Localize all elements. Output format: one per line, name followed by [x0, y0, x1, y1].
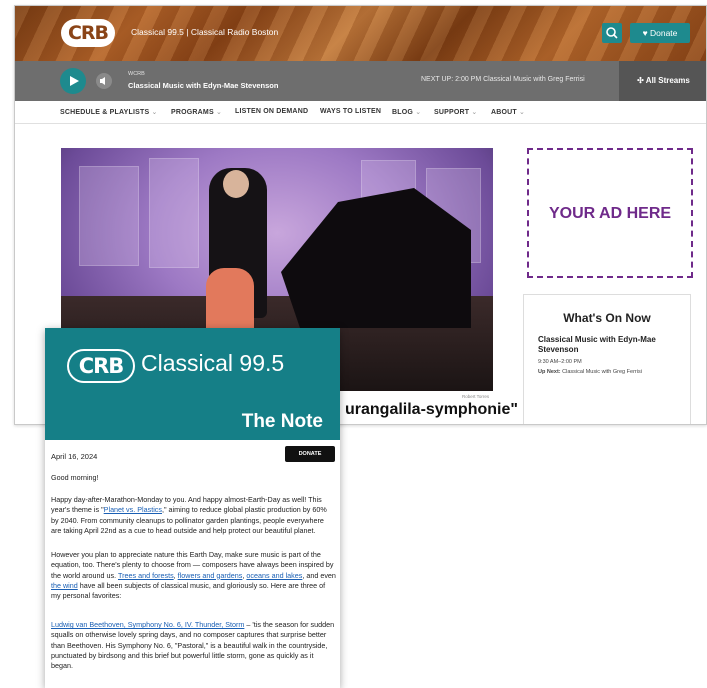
widget-title: What's On Now — [563, 311, 651, 325]
ad-text: YOUR AD HERE — [548, 205, 672, 222]
oceans-lakes-link[interactable]: oceans and lakes — [246, 571, 302, 580]
the-wind-link[interactable]: the wind — [51, 581, 78, 590]
nav-schedule-playlists[interactable]: SCHEDULE & PLAYLISTS ⌄ — [60, 108, 158, 116]
nav-label: BLOG — [392, 109, 414, 116]
chevron-down-icon: ⌄ — [415, 109, 422, 116]
article-headline[interactable]: urangalila-symphonie" — [345, 401, 518, 419]
nav-ways-to-listen[interactable]: WAYS TO LISTEN — [320, 108, 381, 115]
nav-label: WAYS TO LISTEN — [320, 108, 382, 115]
play-button[interactable] — [60, 68, 86, 94]
composite-image: CRB Classical 99.5 | Classical Radio Bos… — [0, 0, 707, 688]
nav-label: ABOUT — [491, 109, 517, 116]
up-next-show: Classical Music with Greg Ferrisi — [562, 369, 642, 375]
p2-text-b: have all been subjects of classical musi… — [51, 580, 326, 601]
newsletter-email: CRB Classical 99.5 The Note April 16, 20… — [45, 328, 340, 688]
photo-credit: Robert Torres — [462, 394, 490, 399]
volume-icon — [100, 77, 105, 85]
beethoven-link[interactable]: Ludwig van Beethoven, Symphony No. 6, IV… — [51, 620, 244, 629]
search-button[interactable] — [602, 23, 622, 43]
newsletter-header: CRB Classical 99.5 The Note — [45, 328, 340, 440]
chevron-down-icon: ⌄ — [215, 109, 223, 116]
nav-label: SUPPORT — [434, 109, 470, 116]
planet-vs-plastics-link[interactable]: Planet vs. Plastics — [104, 505, 162, 514]
chevron-down-icon: ⌄ — [519, 109, 526, 116]
nav-label: SCHEDULE & PLAYLISTS — [60, 109, 150, 116]
whats-on-now-widget: What's On Now Classical Music with Edyn-… — [523, 294, 691, 424]
nav-about[interactable]: ABOUT ⌄ — [491, 108, 525, 116]
donate-button[interactable]: DONATE — [285, 446, 335, 462]
nav-listen-on-demand[interactable]: LISTEN ON DEMAND — [235, 108, 308, 115]
paragraph-2: However you plan to appreciate nature th… — [51, 550, 336, 601]
now-playing: Classical Music with Edyn-Mae Stevenson — [128, 81, 279, 90]
greeting: Good morning! — [51, 473, 99, 482]
newsletter-date: April 16, 2024 — [51, 452, 98, 461]
donate-button[interactable]: ♥ Donate — [630, 23, 690, 43]
up-next-label: Up Next: — [538, 369, 561, 375]
play-icon — [70, 76, 79, 86]
chevron-down-icon: ⌄ — [151, 109, 158, 116]
station-name: Classical 99.5 | Classical Radio Boston — [131, 27, 279, 37]
chevron-down-icon: ⌄ — [471, 109, 478, 116]
crb-logo: CRB — [67, 349, 135, 383]
nav-support[interactable]: SUPPORT ⌄ — [434, 108, 477, 116]
p2-sep: , and even — [302, 570, 336, 580]
current-show[interactable]: Classical Music with Edyn-Mae Stevenson — [538, 335, 683, 355]
up-next: Up Next: Classical Music with Greg Ferri… — [538, 369, 642, 375]
flowers-gardens-link[interactable]: flowers and gardens — [178, 571, 243, 580]
call-sign: WCRB — [128, 71, 145, 77]
paragraph-3: Ludwig van Beethoven, Symphony No. 6, IV… — [51, 620, 336, 671]
station-name: Classical 99.5 — [141, 350, 285, 376]
next-up: NEXT UP: 2:00 PM Classical Music with Gr… — [421, 76, 585, 83]
site-header: CRB Classical 99.5 | Classical Radio Bos… — [15, 6, 706, 61]
crb-logo[interactable]: CRB — [61, 19, 115, 47]
newsletter-title: The Note — [241, 411, 323, 432]
all-streams-button[interactable]: ✣ All Streams — [619, 61, 706, 101]
nav-blog[interactable]: BLOG ⌄ — [392, 108, 421, 116]
main-nav: SCHEDULE & PLAYLISTS ⌄ PROGRAMS ⌄ LISTEN… — [15, 101, 706, 124]
show-time: 9:30 AM–2:00 PM — [538, 359, 582, 365]
search-icon — [606, 27, 618, 39]
ad-placeholder[interactable]: YOUR AD HERE — [527, 148, 693, 278]
volume-button[interactable] — [96, 73, 112, 89]
trees-forests-link[interactable]: Trees and forests — [118, 571, 174, 580]
nav-programs[interactable]: PROGRAMS ⌄ — [171, 108, 222, 116]
nav-label: LISTEN ON DEMAND — [235, 108, 309, 115]
nav-label: PROGRAMS — [171, 109, 214, 116]
paragraph-1: Happy day-after-Marathon-Monday to you. … — [51, 495, 336, 536]
audio-player: WCRB Classical Music with Edyn-Mae Steve… — [15, 61, 706, 101]
